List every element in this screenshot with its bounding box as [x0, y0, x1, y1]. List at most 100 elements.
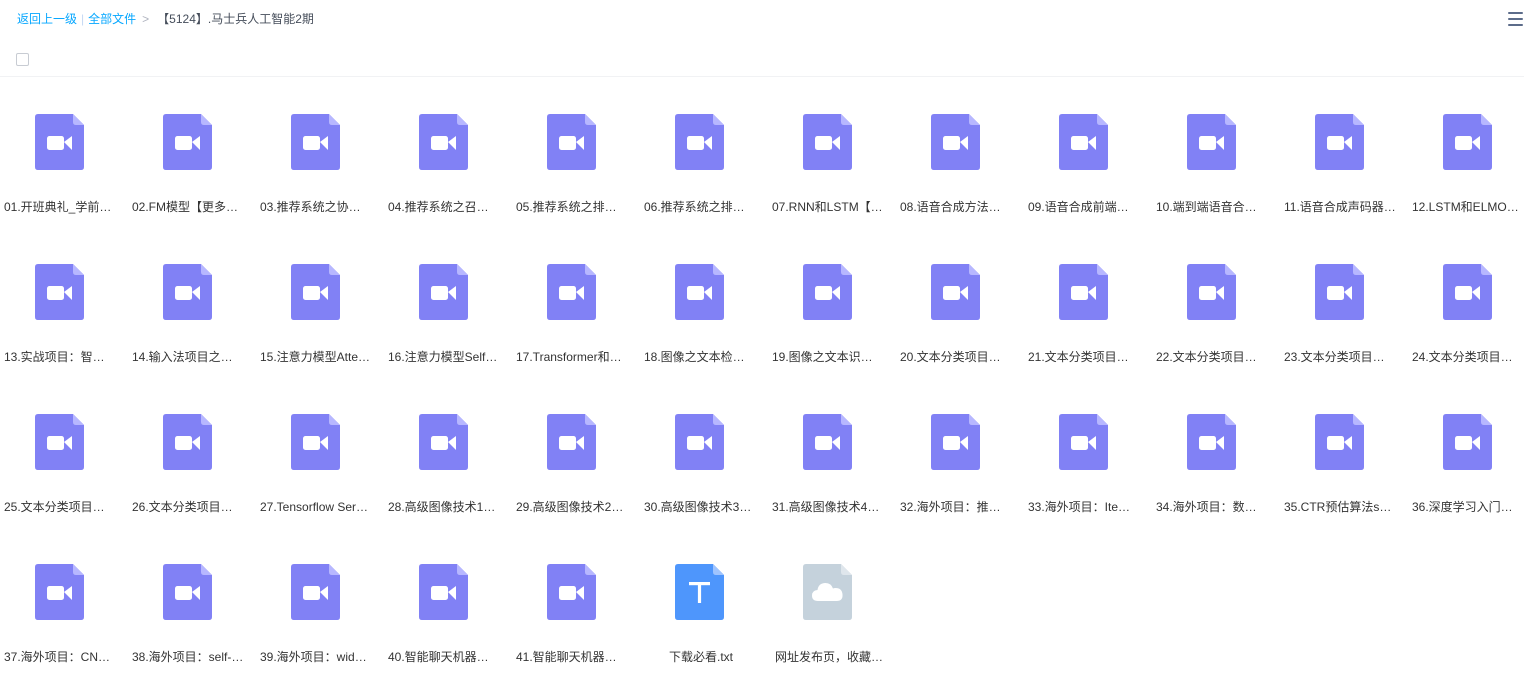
file-name: 22.文本分类项目…: [1156, 350, 1257, 364]
file-name: 13.实战项目：智…: [4, 350, 105, 364]
file-item[interactable]: 26.文本分类项目…: [128, 388, 256, 538]
file-item[interactable]: 24.文本分类项目…: [1408, 238, 1524, 388]
file-item[interactable]: 08.语音合成方法…: [896, 88, 1024, 238]
file-name: 29.高级图像技术2…: [516, 500, 624, 514]
file-name: 12.LSTM和ELMO…: [1412, 200, 1519, 214]
file-item[interactable]: 32.海外项目：推…: [896, 388, 1024, 538]
file-item[interactable]: 13.实战项目：智…: [0, 238, 128, 388]
file-item[interactable]: 17.Transformer和…: [512, 238, 640, 388]
select-all-checkbox[interactable]: [16, 53, 29, 66]
video-file-icon: [35, 264, 84, 320]
breadcrumb-divider: |: [81, 12, 85, 26]
file-item[interactable]: 37.海外项目：CN…: [0, 538, 128, 688]
file-item[interactable]: 28.高级图像技术1…: [384, 388, 512, 538]
video-file-icon: [1059, 114, 1108, 170]
file-item[interactable]: 21.文本分类项目…: [1024, 238, 1152, 388]
file-name: 18.图像之文本检…: [644, 350, 745, 364]
file-name: 17.Transformer和…: [516, 350, 622, 364]
video-file-icon: [291, 114, 340, 170]
breadcrumb: 返回上一级 | 全部文件 > 【5124】.马士兵人工智能2期: [17, 11, 314, 27]
file-item[interactable]: 22.文本分类项目…: [1152, 238, 1280, 388]
video-file-icon: [547, 114, 596, 170]
file-item[interactable]: 01.开班典礼_学前…: [0, 88, 128, 238]
file-item[interactable]: 23.文本分类项目…: [1280, 238, 1408, 388]
video-file-icon: [419, 264, 468, 320]
cloud-file-icon: [803, 564, 852, 620]
file-item[interactable]: 04.推荐系统之召…: [384, 88, 512, 238]
file-item[interactable]: 29.高级图像技术2…: [512, 388, 640, 538]
file-name: 33.海外项目：Ite…: [1028, 500, 1131, 514]
file-name: 下载必看.txt: [668, 650, 733, 664]
file-item[interactable]: 15.注意力模型Atte…: [256, 238, 384, 388]
video-file-icon: [675, 114, 724, 170]
file-name: 39.海外项目：wid…: [260, 650, 367, 664]
file-name: 05.推荐系统之排…: [516, 200, 617, 214]
file-name: 16.注意力模型Self…: [388, 350, 498, 364]
video-file-icon: [291, 564, 340, 620]
file-item[interactable]: 07.RNN和LSTM【…: [768, 88, 896, 238]
file-item[interactable]: 20.文本分类项目…: [896, 238, 1024, 388]
file-item[interactable]: 33.海外项目：Ite…: [1024, 388, 1152, 538]
file-name: 07.RNN和LSTM【…: [772, 200, 883, 214]
file-item[interactable]: 35.CTR预估算法s…: [1280, 388, 1408, 538]
file-item[interactable]: 19.图像之文本识…: [768, 238, 896, 388]
video-file-icon: [1187, 264, 1236, 320]
selection-bar: [0, 38, 1524, 77]
back-link[interactable]: 返回上一级: [17, 12, 77, 26]
file-item[interactable]: 30.高级图像技术3…: [640, 388, 768, 538]
file-item[interactable]: 38.海外项目：self-…: [128, 538, 256, 688]
file-name: 11.语音合成声码器…: [1284, 200, 1396, 214]
file-item[interactable]: 09.语音合成前端…: [1024, 88, 1152, 238]
file-name: 21.文本分类项目…: [1028, 350, 1129, 364]
file-name: 网址发布页，收藏…: [774, 650, 883, 664]
video-file-icon: [1443, 264, 1492, 320]
file-item[interactable]: 40.智能聊天机器…: [384, 538, 512, 688]
video-file-icon: [803, 114, 852, 170]
text-file-icon: [675, 564, 724, 620]
menu-icon[interactable]: [1508, 12, 1524, 26]
file-name: 19.图像之文本识…: [772, 350, 873, 364]
file-name: 23.文本分类项目…: [1284, 350, 1385, 364]
file-name: 24.文本分类项目…: [1412, 350, 1513, 364]
file-item[interactable]: 03.推荐系统之协…: [256, 88, 384, 238]
file-item[interactable]: 下载必看.txt: [640, 538, 768, 688]
video-file-icon: [675, 264, 724, 320]
file-item[interactable]: 41.智能聊天机器…: [512, 538, 640, 688]
video-file-icon: [1315, 264, 1364, 320]
video-file-icon: [35, 114, 84, 170]
file-name: 37.海外项目：CN…: [4, 650, 111, 664]
video-file-icon: [419, 414, 468, 470]
file-item[interactable]: 25.文本分类项目…: [0, 388, 128, 538]
file-item[interactable]: 39.海外项目：wid…: [256, 538, 384, 688]
video-file-icon: [1443, 414, 1492, 470]
video-file-icon: [675, 414, 724, 470]
file-item[interactable]: 10.端到端语音合…: [1152, 88, 1280, 238]
video-file-icon: [931, 114, 980, 170]
file-item[interactable]: 06.推荐系统之排…: [640, 88, 768, 238]
video-file-icon: [1315, 114, 1364, 170]
video-file-icon: [931, 414, 980, 470]
file-item[interactable]: 36.深度学习入门…: [1408, 388, 1524, 538]
file-item[interactable]: 34.海外项目：数…: [1152, 388, 1280, 538]
file-item[interactable]: 16.注意力模型Self…: [384, 238, 512, 388]
video-file-icon: [163, 114, 212, 170]
file-item[interactable]: 27.Tensorflow Ser…: [256, 388, 384, 538]
file-item[interactable]: 18.图像之文本检…: [640, 238, 768, 388]
file-name: 38.海外项目：self-…: [132, 650, 244, 664]
file-item[interactable]: 12.LSTM和ELMO…: [1408, 88, 1524, 238]
file-name: 34.海外项目：数…: [1156, 500, 1257, 514]
file-name: 35.CTR预估算法s…: [1284, 500, 1392, 514]
file-item[interactable]: 11.语音合成声码器…: [1280, 88, 1408, 238]
file-item[interactable]: 31.高级图像技术4…: [768, 388, 896, 538]
file-item[interactable]: 02.FM模型【更多…: [128, 88, 256, 238]
video-file-icon: [419, 564, 468, 620]
file-item[interactable]: 05.推荐系统之排…: [512, 88, 640, 238]
file-item[interactable]: 14.输入法项目之…: [128, 238, 256, 388]
file-name: 02.FM模型【更多…: [132, 200, 239, 214]
file-item[interactable]: 网址发布页，收藏…: [768, 538, 896, 688]
all-files-link[interactable]: 全部文件: [88, 12, 136, 26]
video-file-icon: [163, 564, 212, 620]
file-grid: 01.开班典礼_学前… 02.FM模型【更多… 03.推荐系统之协… 04.推荐系统之…: [0, 88, 1524, 679]
file-name: 20.文本分类项目…: [900, 350, 1001, 364]
video-file-icon: [803, 264, 852, 320]
